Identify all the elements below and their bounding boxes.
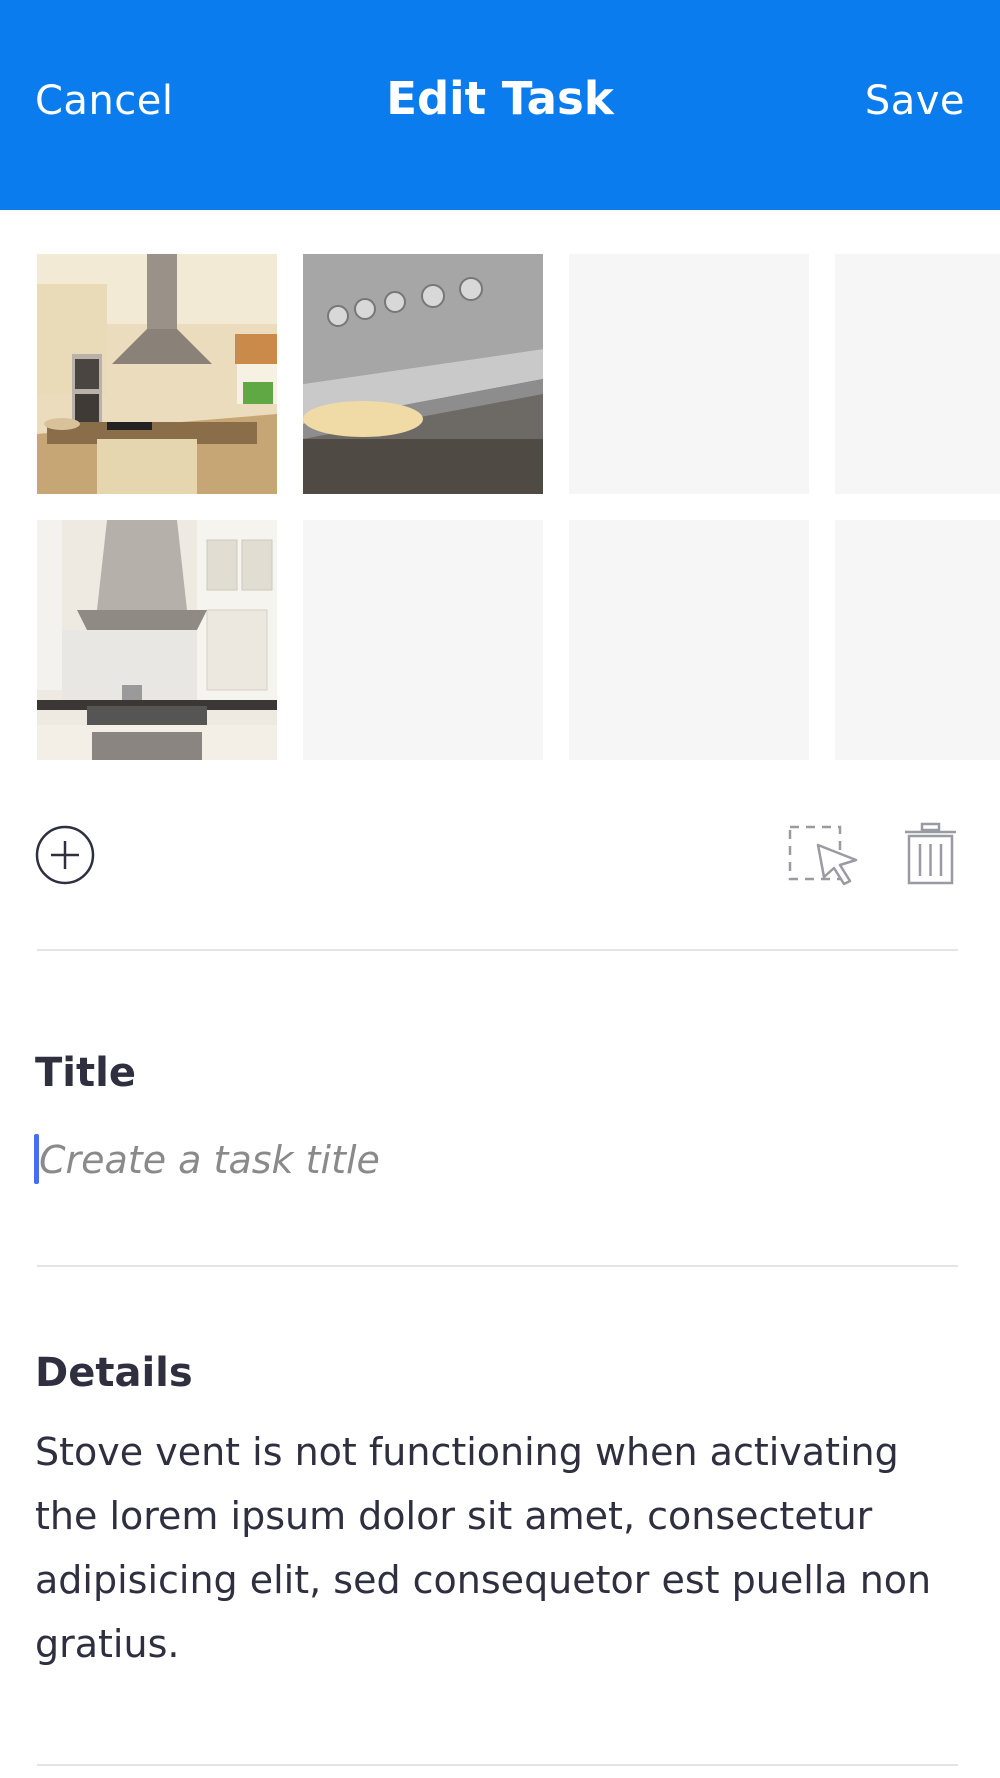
title-label: Title — [35, 1050, 136, 1096]
photo-slot-empty[interactable] — [303, 520, 543, 760]
stove-vent-knobs-photo — [303, 254, 543, 494]
select-cursor-icon — [788, 825, 858, 886]
divider — [37, 1265, 958, 1267]
title-input[interactable] — [35, 1130, 939, 1190]
photo-slot-kitchen[interactable] — [37, 254, 277, 494]
range-hood-photo — [37, 520, 277, 760]
nav-header: Cancel Edit Task Save — [0, 0, 1000, 210]
photo-slot-empty[interactable] — [569, 254, 809, 494]
divider — [37, 949, 958, 951]
photo-slot-vent[interactable] — [303, 254, 543, 494]
details-textarea[interactable]: Stove vent is not functioning when activ… — [35, 1420, 935, 1676]
photo-slot-empty[interactable] — [835, 520, 1000, 760]
text-cursor — [34, 1134, 39, 1184]
photo-slot-empty[interactable] — [569, 520, 809, 760]
details-label: Details — [35, 1350, 193, 1396]
plus-circle-icon — [35, 825, 95, 885]
delete-photos-button[interactable] — [903, 822, 958, 885]
photo-slot-empty[interactable] — [835, 254, 1000, 494]
add-photo-button[interactable] — [35, 825, 95, 885]
select-photos-button[interactable] — [788, 825, 858, 886]
page-title: Edit Task — [386, 72, 614, 125]
trash-icon — [905, 822, 956, 885]
save-button[interactable]: Save — [865, 78, 965, 124]
photo-slot-hood[interactable] — [37, 520, 277, 760]
kitchen-island-photo — [37, 254, 277, 494]
divider — [37, 1764, 958, 1766]
